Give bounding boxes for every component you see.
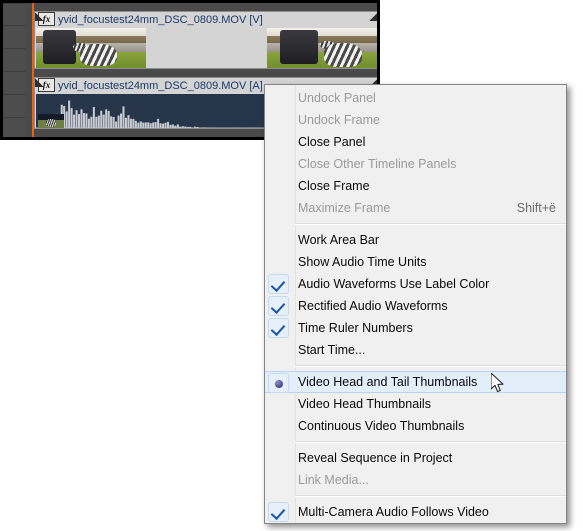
context-menu[interactable]: Undock Panel Undock Frame Close Panel Close… (264, 84, 567, 524)
menu-separator (295, 495, 566, 497)
menu-item-time-ruler-numbers[interactable]: Time Ruler Numbers (265, 317, 566, 339)
menu-item-label: Continuous Video Thumbnails (298, 419, 465, 433)
menu-item-audio-waveforms-use-label-color[interactable]: Audio Waveforms Use Label Color (265, 273, 566, 295)
menu-item-shortcut: Shift+ë (516, 201, 556, 215)
menu-item-label: Undock Frame (298, 113, 380, 127)
menu-item-reveal-sequence-in-project[interactable]: Reveal Sequence in Project (265, 447, 566, 469)
menu-item-list[interactable]: Undock Panel Undock Frame Close Panel Close… (265, 85, 566, 523)
menu-item-close-panel[interactable]: Close Panel (265, 131, 566, 153)
menu-item-link-media: Link Media... (265, 469, 566, 491)
playhead[interactable] (32, 3, 34, 137)
audio-clip-name: yvid_focustest24mm_DSC_0809.MOV [A] (58, 80, 263, 93)
checkmark-icon (268, 274, 289, 294)
track-header-column[interactable] (3, 3, 25, 137)
menu-item-label: Close Panel (298, 135, 366, 149)
menu-item-label: Video Head Thumbnails (298, 397, 431, 411)
checkmark-icon (268, 318, 289, 338)
menu-separator (295, 441, 566, 443)
menu-item-label: Work Area Bar (298, 233, 380, 247)
menu-separator (295, 365, 566, 367)
menu-item-close-other-timeline-panels: Close Other Timeline Panels (265, 153, 566, 175)
menu-item-label: Reveal Sequence in Project (298, 451, 453, 465)
menu-item-multi-camera-audio-follows-video[interactable]: Multi-Camera Audio Follows Video (265, 501, 566, 523)
menu-item-undock-panel: Undock Panel (265, 87, 566, 109)
menu-item-undock-frame: Undock Frame (265, 109, 566, 131)
menu-item-label: Link Media... (298, 473, 369, 487)
menu-item-video-head-and-tail-thumbnails[interactable]: Video Head and Tail Thumbnails (265, 371, 566, 393)
menu-item-label: Rectified Audio Waveforms (298, 299, 448, 313)
menu-item-label: Close Frame (298, 179, 370, 193)
menu-item-label: Undock Panel (298, 91, 376, 105)
menu-item-label: Close Other Timeline Panels (298, 157, 457, 171)
menu-item-start-time[interactable]: Start Time... (265, 339, 566, 361)
menu-item-label: Maximize Frame (298, 201, 391, 215)
menu-item-label: Show Audio Time Units (298, 255, 427, 269)
menu-item-label: Video Head and Tail Thumbnails (298, 375, 478, 389)
menu-item-label: Start Time... (298, 343, 366, 357)
checkmark-icon (268, 296, 289, 316)
fx-icon: fx (38, 78, 55, 93)
video-tail-thumbnail (267, 28, 377, 68)
video-clip[interactable]: fx yvid_focustest24mm_DSC_0809.MOV [V] (34, 11, 377, 69)
video-head-thumbnail (36, 28, 146, 68)
menu-item-maximize-frame: Maximize Frame Shift+ë (265, 197, 566, 219)
checkmark-icon (268, 502, 289, 522)
menu-separator (295, 223, 566, 225)
menu-item-show-audio-time-units[interactable]: Show Audio Time Units (265, 251, 566, 273)
radio-selected-icon (268, 373, 289, 393)
menu-item-video-head-thumbnails[interactable]: Video Head Thumbnails (265, 393, 566, 415)
video-clip-name: yvid_focustest24mm_DSC_0809.MOV [V] (58, 14, 263, 27)
menu-item-close-frame[interactable]: Close Frame (265, 175, 566, 197)
fx-icon: fx (38, 12, 55, 27)
menu-item-work-area-bar[interactable]: Work Area Bar (265, 229, 566, 251)
video-clip-title: fx yvid_focustest24mm_DSC_0809.MOV [V] (35, 12, 377, 28)
menu-item-continuous-video-thumbnails[interactable]: Continuous Video Thumbnails (265, 415, 566, 437)
audio-clip-mini-thumbnail (38, 114, 64, 128)
menu-item-label: Time Ruler Numbers (298, 321, 413, 335)
menu-item-label: Audio Waveforms Use Label Color (298, 277, 490, 291)
menu-item-label: Multi-Camera Audio Follows Video (298, 505, 489, 519)
menu-item-rectified-audio-waveforms[interactable]: Rectified Audio Waveforms (265, 295, 566, 317)
